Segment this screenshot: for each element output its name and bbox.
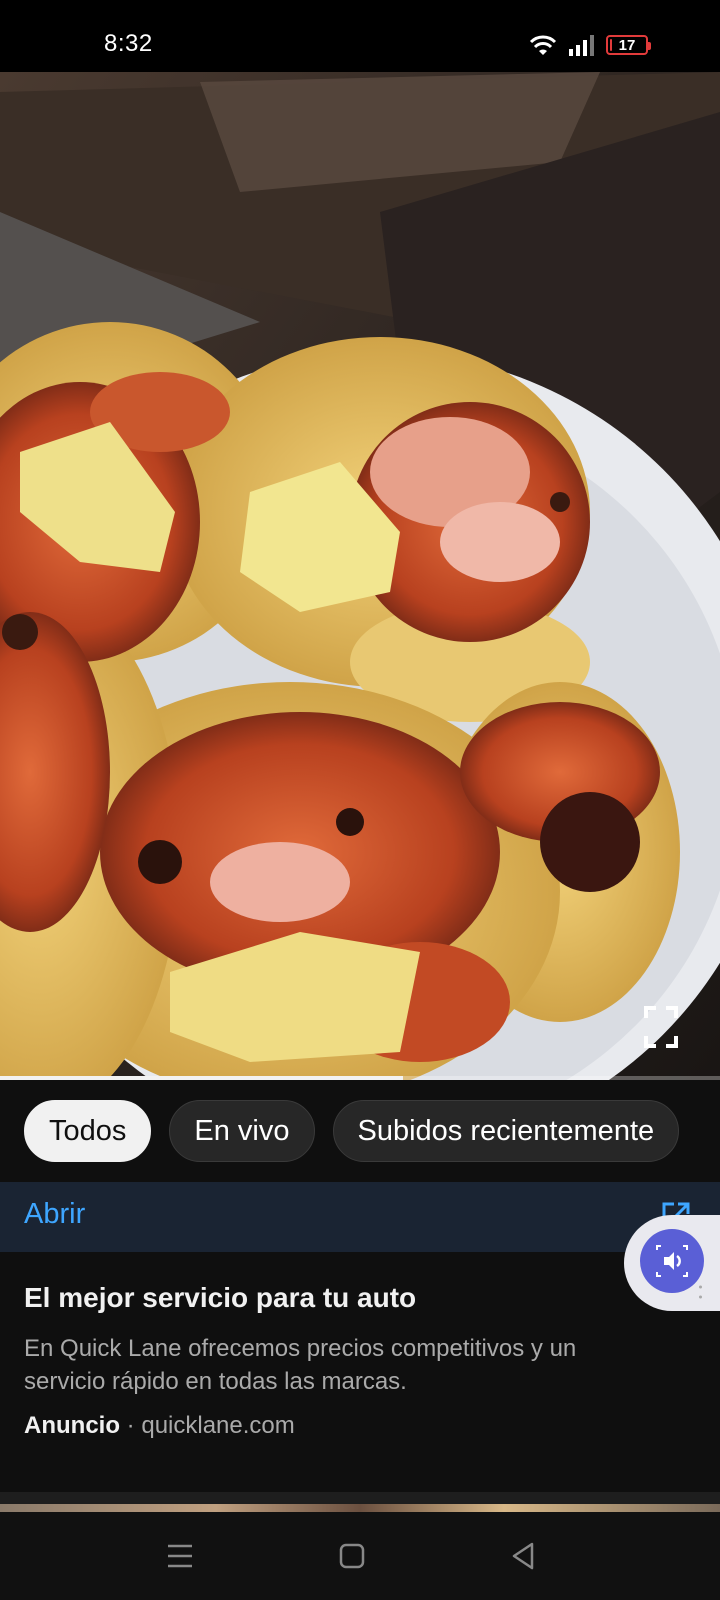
thumbnail-edge xyxy=(0,1504,720,1512)
ad-open-button[interactable]: Abrir xyxy=(24,1198,85,1231)
volume-icon[interactable] xyxy=(640,1229,704,1293)
next-video-thumbnail[interactable] xyxy=(0,1492,720,1512)
wifi-icon xyxy=(528,33,558,57)
chip-todos[interactable]: Todos xyxy=(24,1100,152,1162)
chip-en-vivo[interactable]: En vivo xyxy=(169,1100,315,1162)
ad-open-bar[interactable]: Abrir xyxy=(0,1182,720,1252)
status-time: 8:32 xyxy=(104,30,153,57)
menu-icon[interactable] xyxy=(164,1540,196,1572)
floating-audio-bubble[interactable] xyxy=(624,1215,720,1311)
home-square-icon[interactable] xyxy=(336,1540,368,1572)
ad-description: En Quick Lane ofrecemos precios competit… xyxy=(24,1335,577,1395)
ad-card[interactable]: El mejor servicio para tu auto En Quick … xyxy=(0,1252,720,1492)
battery-icon: 17 xyxy=(606,35,651,55)
battery-level: 17 xyxy=(618,36,636,54)
ad-domain: quicklane.com xyxy=(141,1412,295,1439)
video-player[interactable] xyxy=(0,72,720,1080)
ad-title[interactable]: El mejor servicio para tu auto xyxy=(24,1282,416,1314)
chip-subidos-recientemente[interactable]: Subidos recientemente xyxy=(332,1100,680,1162)
battery-fill xyxy=(610,39,613,51)
fullscreen-icon[interactable] xyxy=(644,1006,678,1048)
video-frame xyxy=(0,72,720,1080)
ad-separator: · xyxy=(126,1412,135,1439)
back-triangle-icon[interactable] xyxy=(508,1540,540,1572)
ad-badge: Anuncio xyxy=(24,1412,120,1439)
status-bar: 8:32 17 xyxy=(0,0,720,72)
ad-meta: Anuncio · quicklane.com xyxy=(24,1412,295,1440)
status-icons: 17 xyxy=(528,30,651,60)
more-dots-icon xyxy=(699,1285,702,1299)
filter-chips: Todos En vivo Subidos recientemente xyxy=(0,1080,720,1182)
navigation-bar xyxy=(0,1512,720,1600)
signal-icon xyxy=(568,33,596,57)
